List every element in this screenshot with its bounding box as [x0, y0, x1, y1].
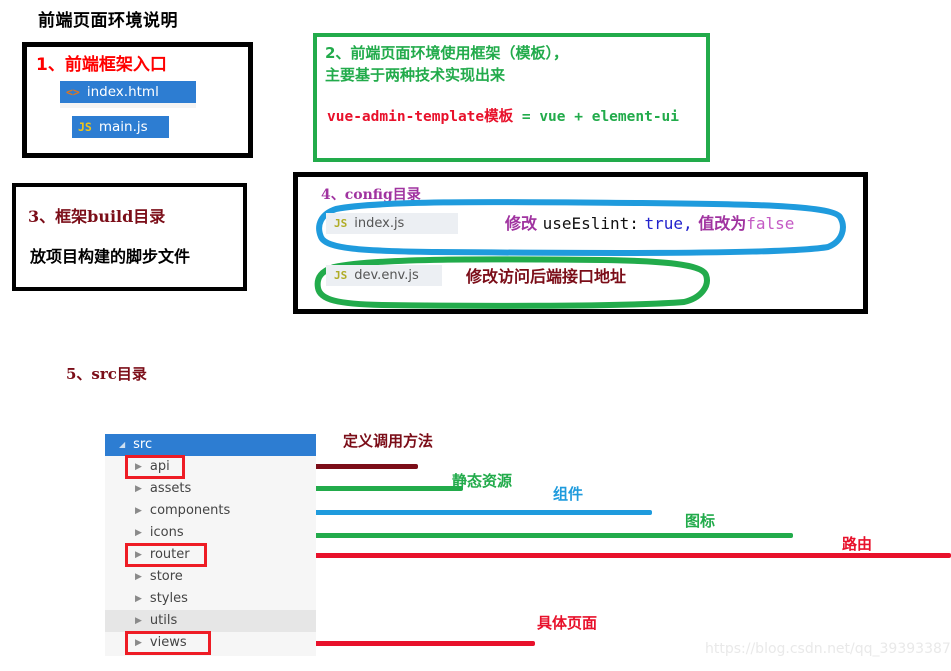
chevron-right-icon: ▶ [135, 616, 142, 626]
tree-row-assets[interactable]: ▶ assets [105, 478, 316, 500]
annotation-label-router: 路由 [842, 535, 873, 553]
tree-row-store[interactable]: ▶ store [105, 566, 316, 588]
file-chip-index-html[interactable]: <> index.html [60, 81, 196, 103]
annotation-label-views: 具体页面 [537, 614, 598, 632]
formula-equation: = vue + element-ui [513, 109, 680, 125]
chevron-down-icon: ◢ [119, 440, 126, 449]
file-chip-label: main.js [98, 119, 148, 135]
js-file-icon: JS [78, 120, 92, 134]
chevron-right-icon: ▶ [135, 484, 142, 494]
js-file-icon: JS [334, 269, 348, 282]
chevron-right-icon: ▶ [135, 550, 142, 560]
tree-row-styles[interactable]: ▶ styles [105, 588, 316, 610]
chevron-right-icon: ▶ [135, 506, 142, 516]
tree-row-label: src [133, 437, 153, 452]
src-heading: 5、src目录 [66, 365, 147, 383]
chevron-right-icon: ▶ [135, 572, 142, 582]
chevron-right-icon: ▶ [135, 462, 142, 472]
tree-row-api[interactable]: ▶ api [105, 456, 316, 478]
file-chip-dev-env-js[interactable]: JS dev.env.js [326, 265, 442, 286]
annotation-eslint-newvalue: false [746, 214, 795, 233]
annotation-eslint-part4: 值改为 [698, 214, 747, 233]
tree-row-label: assets [149, 481, 192, 496]
file-chip-label: index.html [86, 84, 159, 100]
framework-formula: vue-admin-template模板 = vue + element-ui [327, 105, 679, 126]
tree-row-label: components [149, 503, 231, 518]
chip-shadow-strip [60, 103, 196, 108]
tree-row-label: styles [149, 591, 188, 606]
tree-row-router[interactable]: ▶ router [105, 544, 316, 566]
build-heading: 3、框架build目录 [28, 207, 166, 226]
annotation-label-api: 定义调用方法 [343, 432, 434, 450]
slide-canvas: 前端页面环境说明 1、前端框架入口 <> index.html JS main.… [0, 0, 951, 671]
tree-row-utils[interactable]: ▶ utils [105, 610, 316, 632]
config-heading: 4、config目录 [321, 187, 421, 203]
chevron-right-icon: ▶ [135, 638, 142, 648]
tree-row-label: views [149, 635, 187, 650]
box-build-directory [12, 183, 247, 291]
annotation-eslint: 修改 useEslint: true, 值改为false [505, 210, 794, 234]
build-body-text: 放项目构建的脚步文件 [30, 247, 191, 266]
chevron-right-icon: ▶ [135, 594, 142, 604]
entry-heading: 1、前端框架入口 [36, 55, 167, 75]
tree-row-icons[interactable]: ▶ icons [105, 522, 316, 544]
tree-row-components[interactable]: ▶ components [105, 500, 316, 522]
csdn-watermark: https://blog.csdn.net/qq_39393387 [705, 641, 951, 657]
file-chip-label: dev.env.js [354, 268, 419, 283]
framework-heading-line2: 主要基于两种技术实现出来 [325, 66, 506, 84]
chevron-right-icon: ▶ [135, 528, 142, 538]
file-tree-src[interactable]: ◢ src ▶ api ▶ assets ▶ components ▶ icon… [105, 434, 316, 656]
leader-line-router [210, 553, 951, 558]
tree-row-label: store [149, 569, 183, 584]
tree-row-src[interactable]: ◢ src [105, 434, 316, 456]
tree-row-label: router [149, 547, 190, 562]
annotation-backend-url: 修改访问后端接口地址 [466, 267, 627, 286]
tree-row-label: api [149, 459, 170, 474]
file-chip-label: index.js [354, 216, 405, 231]
js-file-icon: JS [334, 217, 348, 230]
tree-row-label: icons [149, 525, 184, 540]
framework-heading: 2、前端页面环境使用框架（模板）， 主要基于两种技术实现出来 [325, 42, 568, 86]
tree-row-views[interactable]: ▶ views [105, 632, 316, 654]
tree-row-label: utils [149, 613, 178, 628]
annotation-eslint-value: true, [644, 214, 693, 233]
page-title: 前端页面环境说明 [38, 11, 178, 31]
annotation-label-assets: 静态资源 [452, 472, 513, 490]
html-file-icon: <> [66, 85, 80, 99]
formula-template-name: vue-admin-template模板 [327, 109, 514, 125]
annotation-eslint-part1: 修改 [505, 214, 538, 233]
annotation-label-components: 组件 [553, 485, 584, 503]
annotation-label-icons: 图标 [685, 512, 716, 530]
file-chip-config-index-js[interactable]: JS index.js [326, 213, 458, 234]
framework-heading-line1: 2、前端页面环境使用框架（模板）， [325, 44, 568, 62]
file-chip-main-js[interactable]: JS main.js [72, 116, 169, 138]
annotation-eslint-key: useEslint: [542, 214, 639, 233]
